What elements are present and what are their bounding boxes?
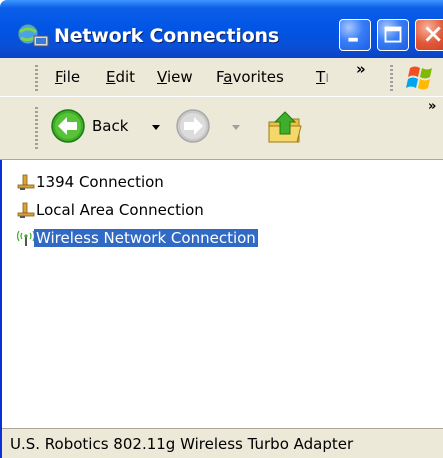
menu-bar-grip[interactable] (35, 65, 38, 91)
up-folder-icon[interactable] (265, 108, 305, 148)
window-title: Network Connections (54, 25, 279, 47)
maximize-icon (384, 26, 402, 43)
forward-arrow-icon (176, 109, 210, 143)
back-button-label[interactable]: Back (92, 117, 128, 135)
menu-separator-grip (390, 65, 393, 91)
menu-edit[interactable]: Edit (106, 68, 135, 86)
toolbar-grip[interactable] (35, 107, 38, 149)
wireless-connection-icon (17, 230, 35, 246)
windows-logo-icon (400, 60, 443, 96)
status-text: U.S. Robotics 802.11g Wireless Turbo Ada… (10, 435, 354, 453)
minimize-icon (348, 37, 358, 42)
toolbar-overflow-chevron[interactable]: » (428, 99, 436, 114)
close-icon (425, 26, 441, 42)
network-connections-icon (17, 23, 49, 47)
connection-label: 1394 Connection (36, 173, 164, 191)
title-bar[interactable]: Network Connections (0, 0, 443, 58)
menu-tools[interactable]: Tı (316, 68, 329, 86)
connection-label: Local Area Connection (36, 201, 204, 219)
close-button[interactable] (415, 19, 443, 51)
menu-favorites[interactable]: Favorites (216, 68, 284, 86)
forward-dropdown-arrow-icon (232, 125, 240, 130)
menu-overflow-chevron[interactable]: » (356, 60, 366, 78)
menu-file[interactable]: File (55, 68, 80, 86)
menu-bar: File Edit View Favorites Tı » (0, 58, 443, 97)
connection-label: Wireless Network Connection (34, 229, 258, 247)
maximize-button[interactable] (377, 19, 409, 51)
wired-connection-icon (17, 174, 35, 190)
back-dropdown-arrow-icon[interactable] (152, 125, 160, 130)
wired-connection-icon (17, 202, 35, 218)
back-arrow-icon[interactable] (50, 108, 86, 144)
status-bar: U.S. Robotics 802.11g Wireless Turbo Ada… (2, 428, 443, 458)
minimize-button[interactable] (339, 19, 371, 51)
menu-view[interactable]: View (157, 68, 193, 86)
menu-file-label: ile (62, 68, 81, 86)
